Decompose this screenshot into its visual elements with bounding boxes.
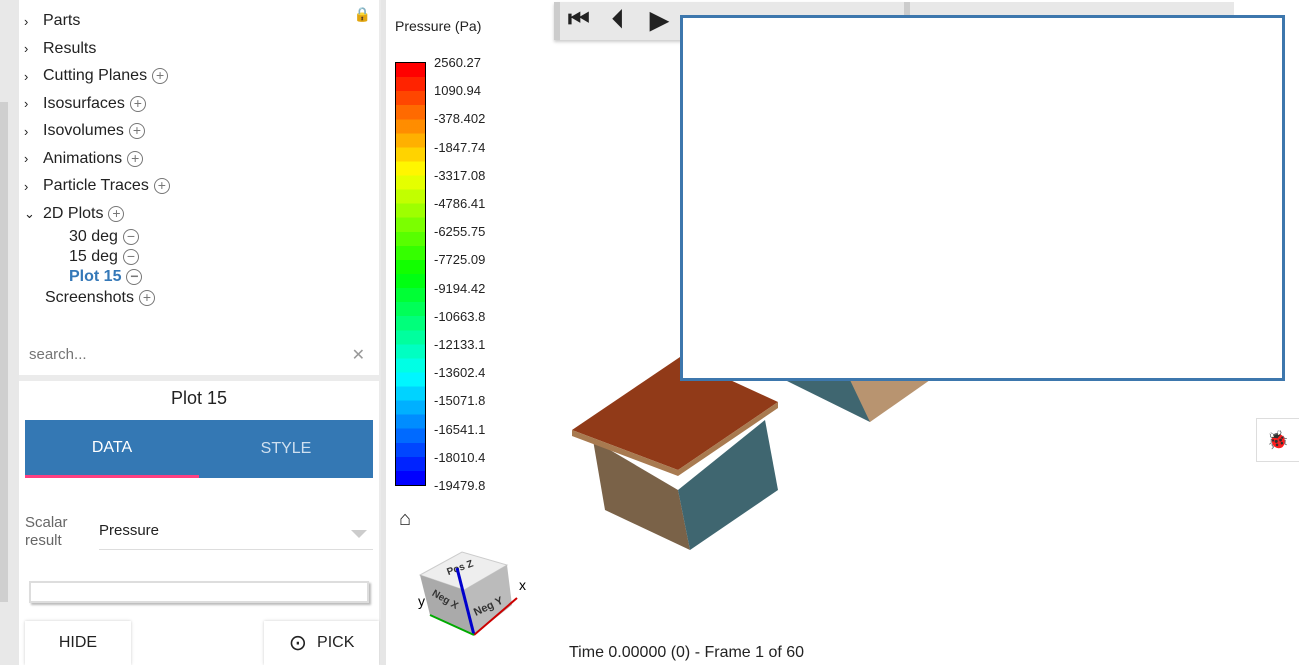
tree-item[interactable]: › Parts [24, 12, 80, 30]
previous-frame-icon[interactable]: ⏴ [612, 6, 624, 34]
crosshair-icon: ⊙ [288, 630, 308, 655]
side-panel: 🔒 › Parts › Results › Cutting Planes + › Isosurf… [19, 0, 381, 665]
panel-divider[interactable] [381, 0, 386, 665]
tree-item-label: Isosurfaces [43, 94, 125, 112]
legend-label: -12133.1 [434, 337, 486, 352]
tree-item-label: Results [43, 39, 97, 57]
tree-item-label: Particle Traces [43, 177, 149, 194]
legend-label: -15071.8 [434, 393, 486, 409]
legend-label: -9194.42 [434, 280, 486, 296]
svg-text:x: x [519, 577, 526, 593]
scalar-result-select[interactable]: Pressure [99, 522, 373, 550]
expand-icon[interactable]: › [24, 179, 38, 194]
clear-search-icon[interactable]: ✕ [352, 345, 365, 365]
remove-icon[interactable]: − [122, 229, 139, 245]
tree-item[interactable]: › Cutting Planes + [24, 67, 169, 85]
time-status: Time 0.00000 (0) - Frame 1 of 60 [569, 644, 805, 661]
tree-item[interactable]: › Isovolumes + [24, 122, 145, 140]
tree-item[interactable]: Screenshots + [45, 289, 155, 307]
tree-item-label: Screenshots [45, 289, 134, 306]
legend-label: -1847.74 [434, 139, 486, 155]
tree-item-label: Parts [43, 12, 81, 29]
orientation-triad[interactable]: Pos Z Neg X Neg Y x y [412, 540, 532, 645]
home-view-icon[interactable]: ⌂ [399, 508, 411, 531]
add-icon[interactable]: + [153, 178, 170, 194]
add-icon[interactable]: + [152, 68, 169, 84]
legend-label: -13602.4 [434, 365, 486, 381]
tree-item[interactable]: › Particle Traces + [24, 177, 170, 195]
legend-label: -10663.8 [434, 308, 486, 324]
expand-icon[interactable]: › [24, 69, 38, 84]
tree-child-item[interactable]: 15 deg − [69, 248, 139, 266]
plot-input-box[interactable] [29, 581, 369, 603]
legend-label: -18010.4 [434, 449, 486, 465]
pick-button[interactable]: ⊙ PICK [264, 621, 379, 665]
tree-item-label: Isovolumes [43, 122, 124, 139]
tab-data[interactable]: DATA [25, 420, 199, 478]
legend-title: Pressure (Pa) [395, 18, 482, 34]
add-icon[interactable]: + [129, 95, 146, 112]
model-tree: 🔒 › Parts › Results › Cutting Planes + › Isosurf… [19, 0, 379, 375]
expand-icon[interactable]: ⌄ [24, 206, 38, 222]
tree-item[interactable]: ⌄ 2D Plots + [24, 204, 125, 223]
legend-label: -19479.8 [434, 478, 486, 493]
add-icon[interactable]: + [108, 205, 125, 222]
expand-icon[interactable]: › [24, 124, 38, 139]
tree-child-item[interactable]: 30 deg − [69, 228, 139, 246]
tree-item[interactable]: › Animations + [24, 149, 144, 168]
tree-child-item[interactable]: Plot 15− [69, 268, 143, 286]
color-bar [395, 62, 426, 486]
hide-button[interactable]: HIDE [25, 621, 131, 665]
bug-report-icon[interactable]: 🐞 [1256, 418, 1299, 462]
legend-label: 1090.94 [434, 83, 481, 99]
remove-icon[interactable]: − [126, 269, 143, 285]
first-frame-icon[interactable]: ⏮ [568, 6, 590, 34]
chevron-down-icon [351, 530, 367, 538]
tree-item-label: 15 deg [69, 248, 118, 265]
properties-panel: Plot 15 DATA STYLE Scalar result Pressure… [19, 381, 379, 665]
plot-title: Plot 15 [170, 388, 228, 408]
legend-label: -7725.09 [434, 252, 486, 268]
tree-item-label: Plot 15 [69, 268, 122, 285]
expand-icon[interactable]: › [24, 96, 38, 111]
search-input[interactable] [29, 346, 369, 363]
left-scrollbar[interactable] [0, 0, 19, 665]
tree-item-label: Cutting Planes [43, 67, 148, 84]
tree-item[interactable]: › Results [24, 40, 96, 58]
tree-item-label: 30 deg [69, 228, 118, 245]
add-icon[interactable]: + [138, 290, 155, 306]
scalar-result-label: Scalar result [25, 514, 68, 549]
legend-label: -4786.41 [434, 196, 486, 211]
svg-text:y: y [418, 593, 425, 609]
tab-style[interactable]: STYLE [199, 420, 373, 478]
expand-icon[interactable]: › [24, 151, 38, 166]
legend-label: -3317.08 [434, 167, 486, 183]
legend-label: -16541.1 [434, 421, 486, 437]
add-icon[interactable]: + [127, 150, 144, 167]
lock-icon[interactable]: 🔒 [354, 6, 371, 23]
tree-item[interactable]: › Isosurfaces + [24, 95, 146, 113]
tree-item-label: Animations [43, 149, 123, 167]
expand-icon[interactable]: › [24, 14, 38, 29]
legend-label: -6255.75 [434, 224, 486, 240]
legend-label: 2560.27 [434, 55, 481, 70]
legend-label: -378.402 [434, 111, 486, 127]
remove-icon[interactable]: − [122, 249, 139, 265]
expand-icon[interactable]: › [24, 41, 38, 56]
plot-popup[interactable] [680, 15, 1285, 381]
play-icon[interactable]: ▶ [650, 6, 668, 35]
add-icon[interactable]: + [128, 123, 145, 139]
tree-item-label: 2D Plots [43, 204, 104, 222]
